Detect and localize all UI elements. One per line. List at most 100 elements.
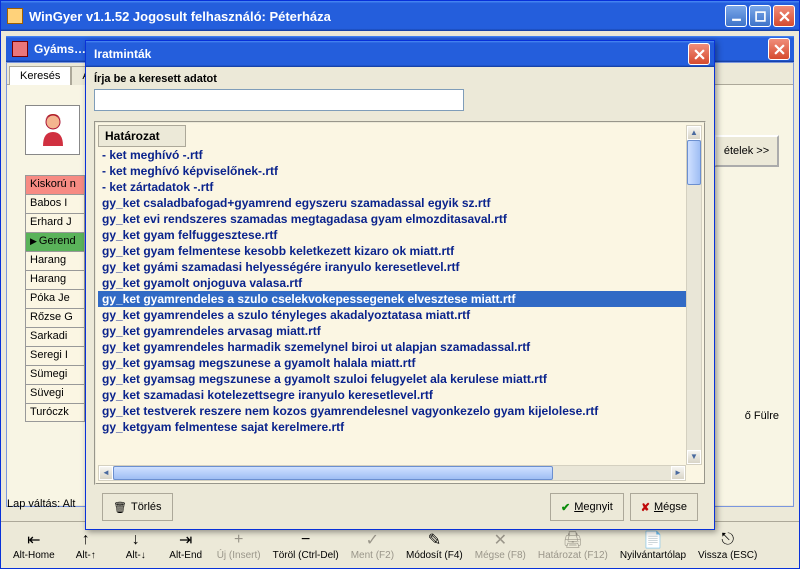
- name-row[interactable]: Kiskorú n: [25, 175, 85, 194]
- file-row[interactable]: - ket zártadatok -.rtf: [98, 179, 686, 195]
- person-icon: [38, 112, 68, 148]
- search-input[interactable]: [94, 89, 464, 111]
- toolbar-icon: ✎: [428, 530, 441, 550]
- file-row[interactable]: gy_ket gyámi szamadasi helyességére iran…: [98, 259, 686, 275]
- x-icon: ✘: [641, 501, 650, 514]
- name-row[interactable]: Gerend: [25, 232, 85, 251]
- v-scrollbar[interactable]: ▲ ▼: [686, 125, 702, 465]
- file-row[interactable]: gy_ket gyamolt onjoguva valasa.rtf: [98, 275, 686, 291]
- toolbar-alt-[interactable]: ↓Alt-↓: [111, 525, 161, 565]
- scroll-left-icon[interactable]: ◄: [99, 466, 113, 480]
- file-row[interactable]: gy_ket gyamrendeles a szulo tényleges ak…: [98, 307, 686, 323]
- scroll-down-icon[interactable]: ▼: [687, 450, 701, 464]
- h-scroll-thumb[interactable]: [113, 466, 553, 480]
- file-row[interactable]: gy_ket gyamsag megszunese a gyamolt hala…: [98, 355, 686, 371]
- file-row[interactable]: gy_ket gyam felfuggesztese.rtf: [98, 227, 686, 243]
- toolbar-label: Töröl (Ctrl-Del): [273, 550, 339, 561]
- file-row[interactable]: gy_ket csaladbafogad+gyamrend egyszeru s…: [98, 195, 686, 211]
- file-row[interactable]: gy_ket szamadasi kotelezettsegre iranyul…: [98, 387, 686, 403]
- cancel-button[interactable]: ✘ Mégse: [630, 493, 698, 521]
- toolbar-hat-rozat-f12-: 🖨Határozat (F12): [532, 525, 614, 565]
- delete-label: Törlés: [131, 501, 162, 513]
- toolbar-icon: ⇤: [27, 530, 40, 550]
- app-icon: [7, 8, 23, 24]
- trash-icon: 🗑: [113, 501, 127, 514]
- search-label: Írja be a keresett adatot: [94, 73, 706, 85]
- file-row[interactable]: gy_ketgyam felmentese sajat kerelmere.rt…: [98, 419, 686, 435]
- file-row[interactable]: gy_ket gyam felmentese kesobb keletkezet…: [98, 243, 686, 259]
- delete-button[interactable]: 🗑 Törlés: [102, 493, 173, 521]
- toolbar-icon: 📄: [643, 530, 663, 550]
- mdi-title: Gyáms…: [34, 42, 86, 56]
- etelek-button[interactable]: ételek >>: [714, 135, 779, 167]
- toolbar-icon: +: [234, 530, 243, 550]
- photo-box: [25, 105, 80, 155]
- file-row[interactable]: gy_ket evi rendszeres szamadas megtagada…: [98, 211, 686, 227]
- cancel-label: Mégse: [654, 501, 687, 513]
- name-row[interactable]: Erhard J: [25, 213, 85, 232]
- toolbar-vissza-esc-[interactable]: ⎋Vissza (ESC): [692, 525, 763, 565]
- name-row[interactable]: Turóczk: [25, 403, 85, 422]
- name-row[interactable]: Rőzse G: [25, 308, 85, 327]
- toolbar-label: Nyilvántartólap: [620, 550, 686, 561]
- toolbar--j-insert-: +Új (Insert): [211, 525, 267, 565]
- toolbar-icon: 🖨: [563, 530, 583, 550]
- name-row[interactable]: Póka Je: [25, 289, 85, 308]
- maximize-button[interactable]: [749, 5, 771, 27]
- name-row[interactable]: Sümegi: [25, 365, 85, 384]
- toolbar-icon: ↓: [132, 530, 140, 550]
- minimize-button[interactable]: [725, 5, 747, 27]
- name-row[interactable]: Harang: [25, 270, 85, 289]
- file-list[interactable]: - ket meghívó -.rtf- ket meghívó képvise…: [98, 147, 686, 435]
- toolbar-m-dos-t-f4-[interactable]: ✎Módosít (F4): [400, 525, 469, 565]
- v-scroll-thumb[interactable]: [687, 140, 701, 185]
- toolbar-alt-home[interactable]: ⇤Alt-Home: [7, 525, 61, 565]
- file-row[interactable]: - ket meghívó -.rtf: [98, 147, 686, 163]
- list-header[interactable]: Határozat: [98, 125, 186, 147]
- file-row[interactable]: gy_ket gyamrendeles a szulo cselekvokepe…: [98, 291, 686, 307]
- file-row[interactable]: gy_ket gyamrendeles arvasag miatt.rtf: [98, 323, 686, 339]
- toolbar-alt-[interactable]: ↑Alt-↑: [61, 525, 111, 565]
- modal-title: Iratminták: [94, 47, 151, 61]
- toolbar-label: Ment (F2): [351, 550, 394, 561]
- footer-fulre-label: ő Fülre: [745, 410, 779, 422]
- toolbar-icon: ✕: [494, 530, 507, 550]
- name-row[interactable]: Harang: [25, 251, 85, 270]
- h-scrollbar[interactable]: ◄ ►: [98, 465, 686, 481]
- toolbar-icon: ↑: [82, 530, 90, 550]
- toolbar-icon: −: [301, 530, 310, 550]
- toolbar-label: Alt-End: [169, 550, 202, 561]
- toolbar-label: Vissza (ESC): [698, 550, 757, 561]
- file-row[interactable]: - ket meghívó képviselőnek-.rtf: [98, 163, 686, 179]
- list-box: Határozat - ket meghívó -.rtf- ket meghí…: [94, 121, 706, 485]
- toolbar-m-gse-f8-: ✕Mégse (F8): [469, 525, 532, 565]
- scroll-right-icon[interactable]: ►: [671, 466, 685, 480]
- check-icon: ✔: [561, 501, 570, 514]
- open-label: Megnyit: [574, 501, 613, 513]
- name-row[interactable]: Seregi I: [25, 346, 85, 365]
- tab-search[interactable]: Keresés: [9, 66, 71, 85]
- file-row[interactable]: gy_ket gyamsag megszunese a gyamolt szul…: [98, 371, 686, 387]
- toolbar-nyilv-ntart-lap[interactable]: 📄Nyilvántartólap: [614, 525, 692, 565]
- name-row[interactable]: Sarkadi: [25, 327, 85, 346]
- toolbar-alt-end[interactable]: ⇥Alt-End: [161, 525, 211, 565]
- main-titlebar: WinGyer v1.1.52 Jogosult felhasználó: Pé…: [1, 1, 799, 31]
- toolbar-label: Alt-↓: [126, 550, 146, 561]
- mdi-close-button[interactable]: [768, 38, 790, 60]
- toolbar-label: Alt-Home: [13, 550, 55, 561]
- scroll-up-icon[interactable]: ▲: [687, 126, 701, 140]
- main-title: WinGyer v1.1.52 Jogosult felhasználó: Pé…: [29, 9, 331, 24]
- open-button[interactable]: ✔ Megnyit: [550, 493, 624, 521]
- toolbar-icon: ✓: [366, 530, 379, 550]
- modal-iratmintak: Iratminták Írja be a keresett adatot Hat…: [85, 40, 715, 530]
- file-row[interactable]: gy_ket gyamrendeles harmadik szemelynel …: [98, 339, 686, 355]
- close-button[interactable]: [773, 5, 795, 27]
- modal-close-button[interactable]: [688, 43, 710, 65]
- name-row[interactable]: Babos I: [25, 194, 85, 213]
- toolbar-label: Mégse (F8): [475, 550, 526, 561]
- toolbar-t-r-l-ctrl-del-[interactable]: −Töröl (Ctrl-Del): [267, 525, 345, 565]
- file-row[interactable]: gy_ket testverek reszere nem kozos gyamr…: [98, 403, 686, 419]
- toolbar-label: Határozat (F12): [538, 550, 608, 561]
- name-row[interactable]: Süvegi: [25, 384, 85, 403]
- toolbar-icon: ⎋: [721, 530, 734, 550]
